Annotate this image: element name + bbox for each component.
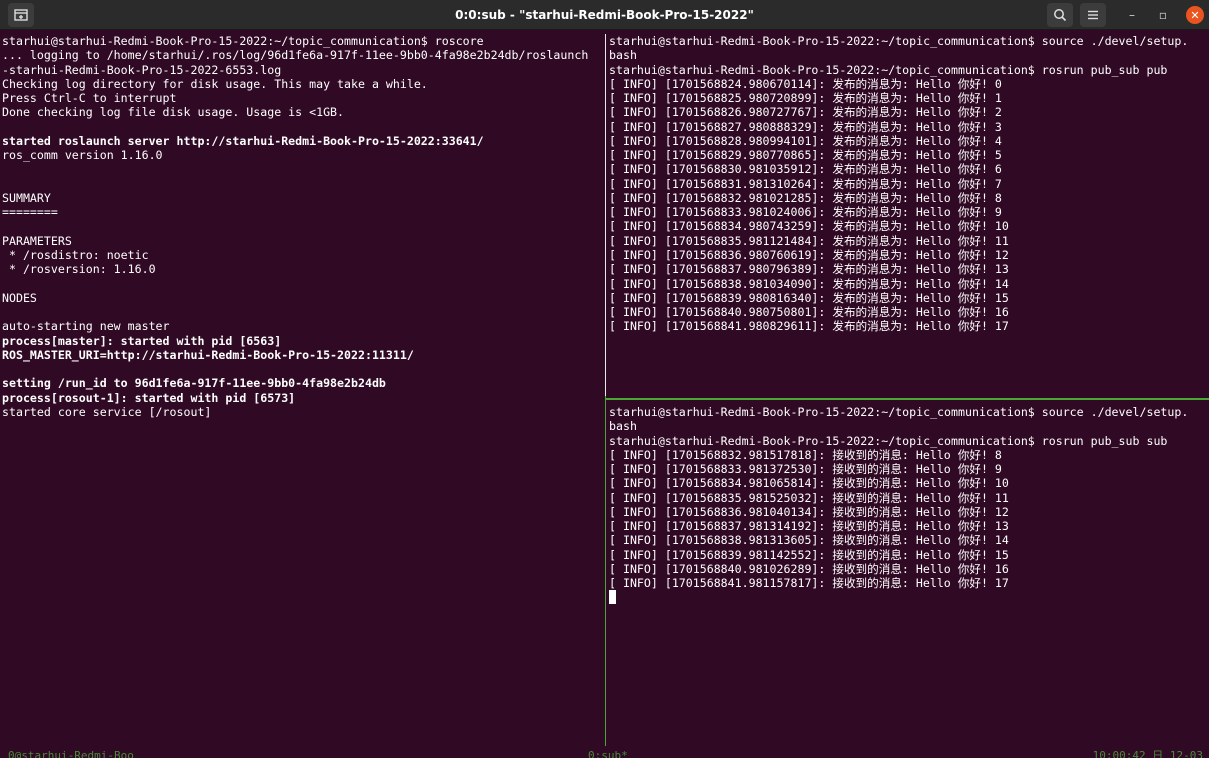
- terminal-line: [ INFO] [1701568840.981026289]: 接收到的消息: …: [609, 561, 1009, 576]
- terminal-line: * /rosversion: 1.16.0: [2, 262, 156, 277]
- status-session: 0@starhui-Redmi-Boo: [8, 749, 134, 758]
- close-button[interactable]: ✕: [1186, 6, 1204, 24]
- window-titlebar: 0:0:sub - "starhui-Redmi-Book-Pro-15-202…: [0, 0, 1209, 30]
- terminal-pane-pub[interactable]: starhui@starhui-Redmi-Book-Pro-15-2022:~…: [607, 34, 1209, 396]
- terminal-line: * /rosdistro: noetic: [2, 247, 149, 262]
- terminal-line: [ INFO] [1701568836.981040134]: 接收到的消息: …: [609, 504, 1009, 519]
- terminal-line: starhui@starhui-Redmi-Book-Pro-15-2022:~…: [609, 34, 1189, 48]
- terminal-line: [ INFO] [1701568834.980743259]: 发布的消息为: …: [609, 219, 1009, 234]
- terminal-line: -starhui-Redmi-Book-Pro-15-2022-6553.log: [2, 62, 282, 77]
- terminal-line: [ INFO] [1701568836.980760619]: 发布的消息为: …: [609, 247, 1009, 262]
- terminal-line: starhui@starhui-Redmi-Book-Pro-15-2022:~…: [609, 62, 1168, 77]
- terminal-line: [ INFO] [1701568840.980750801]: 发布的消息为: …: [609, 305, 1009, 320]
- terminal-line: bash: [609, 48, 637, 63]
- terminal-line: started core service [/rosout]: [2, 404, 212, 419]
- close-icon: ✕: [1190, 8, 1200, 22]
- terminal-output: starhui@starhui-Redmi-Book-Pro-15-2022:~…: [0, 34, 604, 419]
- maximize-icon: ▫: [1158, 8, 1168, 22]
- new-tab-button[interactable]: [8, 3, 34, 27]
- minimize-button[interactable]: –: [1121, 3, 1143, 27]
- status-clock: 10:00:42 日 12-03: [1092, 749, 1203, 758]
- terminal-line: starhui@starhui-Redmi-Book-Pro-15-2022:~…: [609, 433, 1168, 448]
- terminal-line: NODES: [2, 290, 37, 305]
- terminal-line: [ INFO] [1701568831.981310264]: 发布的消息为: …: [609, 176, 1002, 191]
- terminal-line: process[rosout-1]: started with pid [657…: [2, 390, 296, 405]
- menu-button[interactable]: [1080, 3, 1106, 27]
- terminal-line: [ INFO] [1701568838.981313605]: 接收到的消息: …: [609, 533, 1009, 548]
- terminal-line: Checking log directory for disk usage. T…: [2, 76, 428, 91]
- terminal-line: starhui@starhui-Redmi-Book-Pro-15-2022:~…: [2, 34, 484, 48]
- terminal-line: [ INFO] [1701568841.980829611]: 发布的消息为: …: [609, 319, 1009, 334]
- pane-divider-vertical[interactable]: [604, 34, 606, 396]
- terminal-line: [ INFO] [1701568830.981035912]: 发布的消息为: …: [609, 162, 1002, 177]
- terminal-line: PARAMETERS: [2, 233, 72, 248]
- terminal-line: auto-starting new master: [2, 319, 170, 334]
- terminal-line: started roslaunch server http://starhui-…: [2, 133, 484, 148]
- terminal-line: [ INFO] [1701568829.980770865]: 发布的消息为: …: [609, 148, 1002, 163]
- terminal-line: [ INFO] [1701568832.981517818]: 接收到的消息: …: [609, 447, 1002, 462]
- tmux-status-bar: 0@starhui-Redmi-Boo 0:sub* 10:00:42 日 12…: [0, 746, 1209, 758]
- terminal-line: [ INFO] [1701568824.980670114]: 发布的消息为: …: [609, 76, 1002, 91]
- terminal-line: [ INFO] [1701568826.980727767]: 发布的消息为: …: [609, 105, 1002, 120]
- window-title: 0:0:sub - "starhui-Redmi-Book-Pro-15-202…: [455, 8, 754, 22]
- terminal-line: [ INFO] [1701568835.981525032]: 接收到的消息: …: [609, 490, 1009, 505]
- search-button[interactable]: [1047, 3, 1073, 27]
- terminal-line: ROS_MASTER_URI=http://starhui-Redmi-Book…: [2, 347, 414, 362]
- terminal-line: [ INFO] [1701568839.981142552]: 接收到的消息: …: [609, 547, 1009, 562]
- terminal-line: [ INFO] [1701568841.981157817]: 接收到的消息: …: [609, 576, 1009, 591]
- terminal-line: [ INFO] [1701568838.981034090]: 发布的消息为: …: [609, 276, 1009, 291]
- terminal-output: starhui@starhui-Redmi-Book-Pro-15-2022:~…: [607, 34, 1209, 334]
- terminal-line: [ INFO] [1701568833.981372530]: 接收到的消息: …: [609, 462, 1002, 477]
- terminal-line: ========: [2, 205, 58, 220]
- terminal-line: [ INFO] [1701568828.980994101]: 发布的消息为: …: [609, 133, 1002, 148]
- terminal-line: [ INFO] [1701568825.980720899]: 发布的消息为: …: [609, 91, 1002, 106]
- terminal-line: starhui@starhui-Redmi-Book-Pro-15-2022:~…: [609, 405, 1189, 419]
- terminal-line: process[master]: started with pid [6563]: [2, 333, 282, 348]
- terminal-line: Press Ctrl-C to interrupt: [2, 91, 177, 106]
- terminal-line: SUMMARY: [2, 190, 51, 205]
- terminal-line: [ INFO] [1701568837.980796389]: 发布的消息为: …: [609, 262, 1009, 277]
- terminal-line: bash: [609, 419, 637, 434]
- terminal-line: [ INFO] [1701568827.980888329]: 发布的消息为: …: [609, 119, 1002, 134]
- terminal-line: [ INFO] [1701568833.981024006]: 发布的消息为: …: [609, 205, 1002, 220]
- pane-divider-horizontal[interactable]: [606, 398, 1209, 400]
- terminal-line: ros_comm version 1.16.0: [2, 148, 163, 163]
- terminal-pane-sub[interactable]: starhui@starhui-Redmi-Book-Pro-15-2022:~…: [607, 405, 1209, 746]
- search-icon: [1054, 9, 1067, 22]
- pane-divider-vertical-active[interactable]: [604, 396, 606, 746]
- minimize-icon: –: [1129, 8, 1135, 22]
- text-cursor: [609, 590, 616, 605]
- maximize-button[interactable]: ▫: [1152, 3, 1174, 27]
- terminal-line: [ INFO] [1701568839.980816340]: 发布的消息为: …: [609, 290, 1009, 305]
- status-window[interactable]: 0:sub*: [588, 746, 628, 758]
- terminal-line: [ INFO] [1701568832.981021285]: 发布的消息为: …: [609, 190, 1002, 205]
- terminal-line: [ INFO] [1701568837.981314192]: 接收到的消息: …: [609, 519, 1009, 534]
- terminal-line: [ INFO] [1701568835.981121484]: 发布的消息为: …: [609, 233, 1009, 248]
- terminal-line: setting /run_id to 96d1fe6a-917f-11ee-9b…: [2, 376, 386, 391]
- terminal-line: Done checking log file disk usage. Usage…: [2, 105, 345, 120]
- terminal-output: starhui@starhui-Redmi-Book-Pro-15-2022:~…: [607, 405, 1209, 605]
- terminal-prompt-line[interactable]: [609, 590, 1209, 605]
- terminal-line: ... logging to /home/starhui/.ros/log/96…: [2, 48, 589, 63]
- terminal-line: [ INFO] [1701568834.981065814]: 接收到的消息: …: [609, 476, 1009, 491]
- hamburger-menu-icon: [1088, 10, 1098, 20]
- terminal-tab-icon: [14, 9, 28, 21]
- terminal-pane-roscore[interactable]: starhui@starhui-Redmi-Book-Pro-15-2022:~…: [0, 34, 604, 746]
